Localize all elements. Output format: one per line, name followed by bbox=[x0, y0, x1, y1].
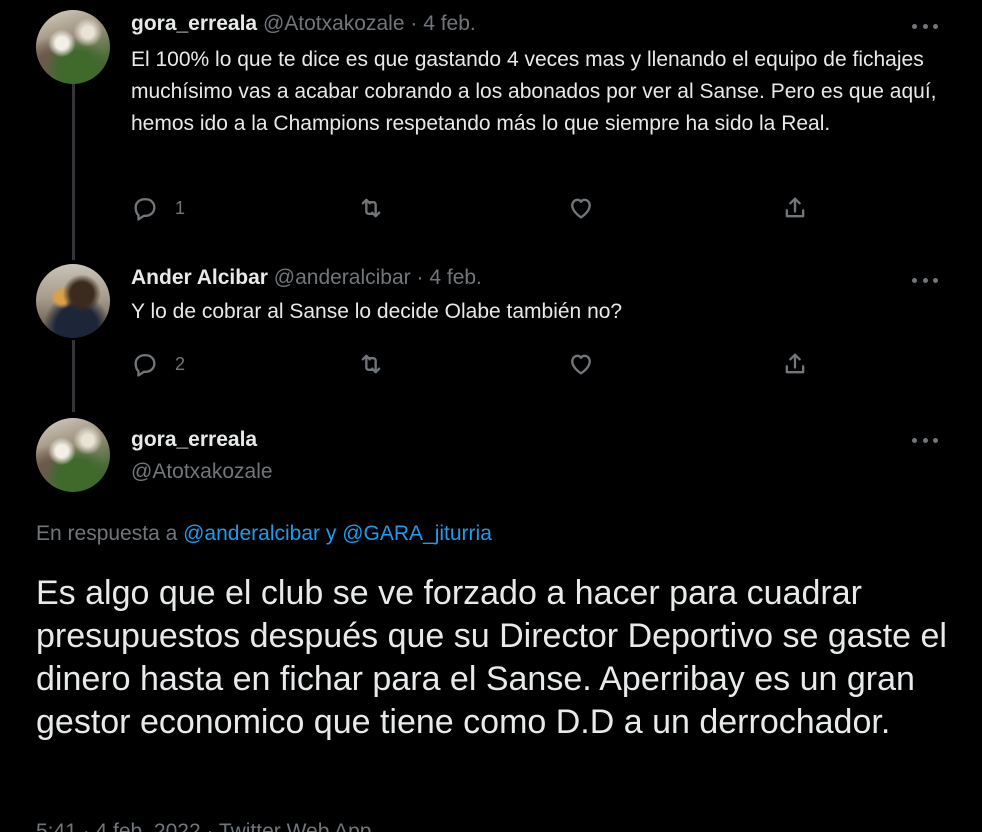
tweet-header: Ander Alcibar @anderalcibar · 4 feb. bbox=[131, 266, 482, 290]
retweet-icon bbox=[361, 354, 381, 374]
tweet-date[interactable]: 4 feb. bbox=[423, 12, 476, 35]
reply-count: 2 bbox=[175, 353, 186, 374]
tweet-timestamp[interactable]: 5:41 · 4 feb. 2022 · Twitter Web App bbox=[36, 820, 371, 832]
share-icon bbox=[785, 353, 805, 374]
share-button[interactable] bbox=[781, 194, 809, 222]
tweet-thread: gora_erreala @Atotxakozale · 4 feb. El 1… bbox=[0, 0, 982, 832]
tweet-item[interactable]: Ander Alcibar @anderalcibar · 4 feb. Y l… bbox=[0, 256, 982, 416]
retweet-button[interactable] bbox=[357, 350, 401, 378]
tweet-actions: 1 bbox=[131, 194, 831, 224]
avatar[interactable] bbox=[36, 418, 110, 492]
tweet-actions: 2 bbox=[131, 350, 831, 380]
reply-button[interactable]: 2 bbox=[131, 350, 185, 378]
mention-conjunction[interactable]: y bbox=[326, 522, 337, 545]
mention-link[interactable]: @GARA_jiturria bbox=[342, 522, 492, 545]
tweet-item[interactable]: gora_erreala @Atotxakozale · 4 feb. El 1… bbox=[0, 0, 982, 250]
like-button[interactable] bbox=[567, 350, 611, 378]
display-name[interactable]: Ander Alcibar bbox=[131, 266, 268, 289]
more-icon[interactable] bbox=[912, 22, 938, 30]
separator: · bbox=[410, 12, 418, 35]
more-icon[interactable] bbox=[912, 276, 938, 284]
handle[interactable]: @anderalcibar bbox=[274, 266, 411, 289]
display-name[interactable]: gora_erreala bbox=[131, 428, 257, 451]
reply-prefix: En respuesta a bbox=[36, 522, 178, 545]
reply-icon bbox=[134, 354, 156, 377]
heart-icon bbox=[571, 198, 591, 219]
like-button[interactable] bbox=[567, 194, 611, 222]
more-icon[interactable] bbox=[912, 436, 938, 444]
display-name[interactable]: gora_erreala bbox=[131, 12, 257, 35]
reply-icon bbox=[134, 198, 156, 221]
main-tweet-text: Es algo que el club se ve forzado a hace… bbox=[36, 574, 947, 741]
avatar[interactable] bbox=[36, 10, 110, 84]
retweet-button[interactable] bbox=[357, 194, 401, 222]
reply-button[interactable]: 1 bbox=[131, 194, 185, 222]
separator: · bbox=[416, 266, 424, 289]
tweet-text: Y lo de cobrar al Sanse lo decide Olabe … bbox=[131, 300, 623, 323]
handle[interactable]: @Atotxakozale bbox=[263, 12, 405, 35]
tweet-header: gora_erreala @Atotxakozale · 4 feb. bbox=[131, 12, 476, 36]
mention-link[interactable]: @anderalcibar bbox=[183, 522, 320, 545]
share-button[interactable] bbox=[781, 350, 809, 378]
tweet-text: El 100% lo que te dice es que gastando 4… bbox=[131, 48, 937, 135]
main-tweet-handle[interactable]: @Atotxakozale bbox=[131, 460, 273, 484]
main-tweet-display-name[interactable]: gora_erreala bbox=[131, 428, 257, 452]
avatar[interactable] bbox=[36, 264, 110, 338]
heart-icon bbox=[571, 354, 591, 375]
reply-context: En respuesta a @anderalcibar y @GARA_jit… bbox=[36, 522, 492, 546]
reply-count: 1 bbox=[175, 197, 186, 218]
share-icon bbox=[785, 197, 805, 218]
retweet-icon bbox=[361, 198, 381, 218]
tweet-date[interactable]: 4 feb. bbox=[429, 266, 482, 289]
handle[interactable]: @Atotxakozale bbox=[131, 460, 273, 483]
